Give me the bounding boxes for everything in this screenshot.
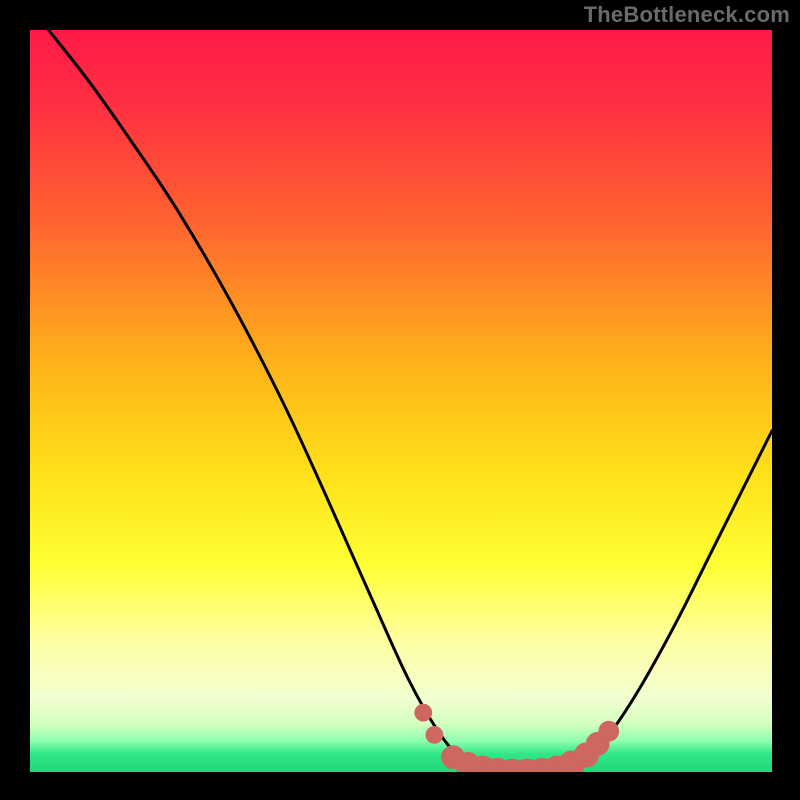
bottleneck-chart: [0, 0, 800, 800]
highlight-dot: [414, 704, 432, 722]
highlight-dot: [598, 721, 619, 742]
chart-stage: TheBottleneck.com: [0, 0, 800, 800]
highlight-dot: [425, 726, 443, 744]
